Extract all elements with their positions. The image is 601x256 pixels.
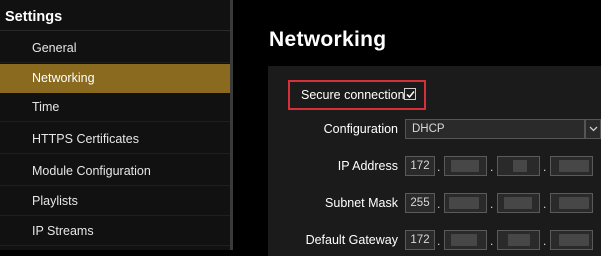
configuration-select[interactable]: DHCP	[405, 119, 585, 139]
configuration-dropdown-button[interactable]	[585, 119, 601, 139]
ip-address-octet-3[interactable]	[497, 156, 540, 176]
sidebar-item-time[interactable]: Time	[0, 93, 230, 122]
subnet-mask-octet-2[interactable]	[444, 193, 487, 213]
subnet-mask-label: Subnet Mask	[325, 196, 398, 210]
octet-separator: .	[490, 234, 494, 248]
default-gateway-octet-4[interactable]	[550, 230, 593, 250]
ip-address-octet-2[interactable]	[444, 156, 487, 176]
default-gateway-octet-2[interactable]	[444, 230, 487, 250]
secure-connection-label: Secure connection	[301, 88, 405, 102]
ip-address-octet-1[interactable]: 172	[405, 156, 435, 176]
page-title: Networking	[269, 28, 387, 51]
sidebar-item-playlists[interactable]: Playlists	[0, 187, 230, 216]
settings-sidebar: Settings General Networking Time HTTPS C…	[0, 0, 230, 250]
subnet-mask-octet-4[interactable]	[550, 193, 593, 213]
sidebar-item-general[interactable]: General	[0, 34, 230, 63]
octet-separator: .	[543, 234, 547, 248]
subnet-mask-octet-3[interactable]	[497, 193, 540, 213]
configuration-label: Configuration	[323, 122, 398, 136]
default-gateway-octet-3[interactable]	[497, 230, 540, 250]
octet-separator: .	[437, 197, 441, 211]
ip-address-octet-4[interactable]	[550, 156, 593, 176]
sidebar-item-networking[interactable]: Networking	[0, 64, 230, 93]
chevron-down-icon	[589, 126, 598, 132]
octet-separator: .	[437, 234, 441, 248]
octet-separator: .	[543, 160, 547, 174]
sidebar-divider	[0, 30, 230, 31]
default-gateway-octet-1[interactable]: 172	[405, 230, 435, 250]
sidebar-item-https-certificates[interactable]: HTTPS Certificates	[0, 125, 230, 154]
secure-connection-checkbox[interactable]	[404, 88, 416, 100]
sidebar-title: Settings	[5, 9, 63, 25]
subnet-mask-octet-1[interactable]: 255	[405, 193, 435, 213]
ip-address-label: IP Address	[337, 159, 398, 173]
default-gateway-label: Default Gateway	[305, 233, 398, 247]
networking-page: Networking Secure connection Configurati…	[233, 0, 601, 256]
octet-separator: .	[437, 160, 441, 174]
octet-separator: .	[543, 197, 547, 211]
octet-separator: .	[490, 197, 494, 211]
octet-separator: .	[490, 160, 494, 174]
sidebar-item-module-configuration[interactable]: Module Configuration	[0, 157, 230, 186]
checkmark-icon	[406, 91, 415, 99]
sidebar-item-ip-streams[interactable]: IP Streams	[0, 217, 230, 246]
